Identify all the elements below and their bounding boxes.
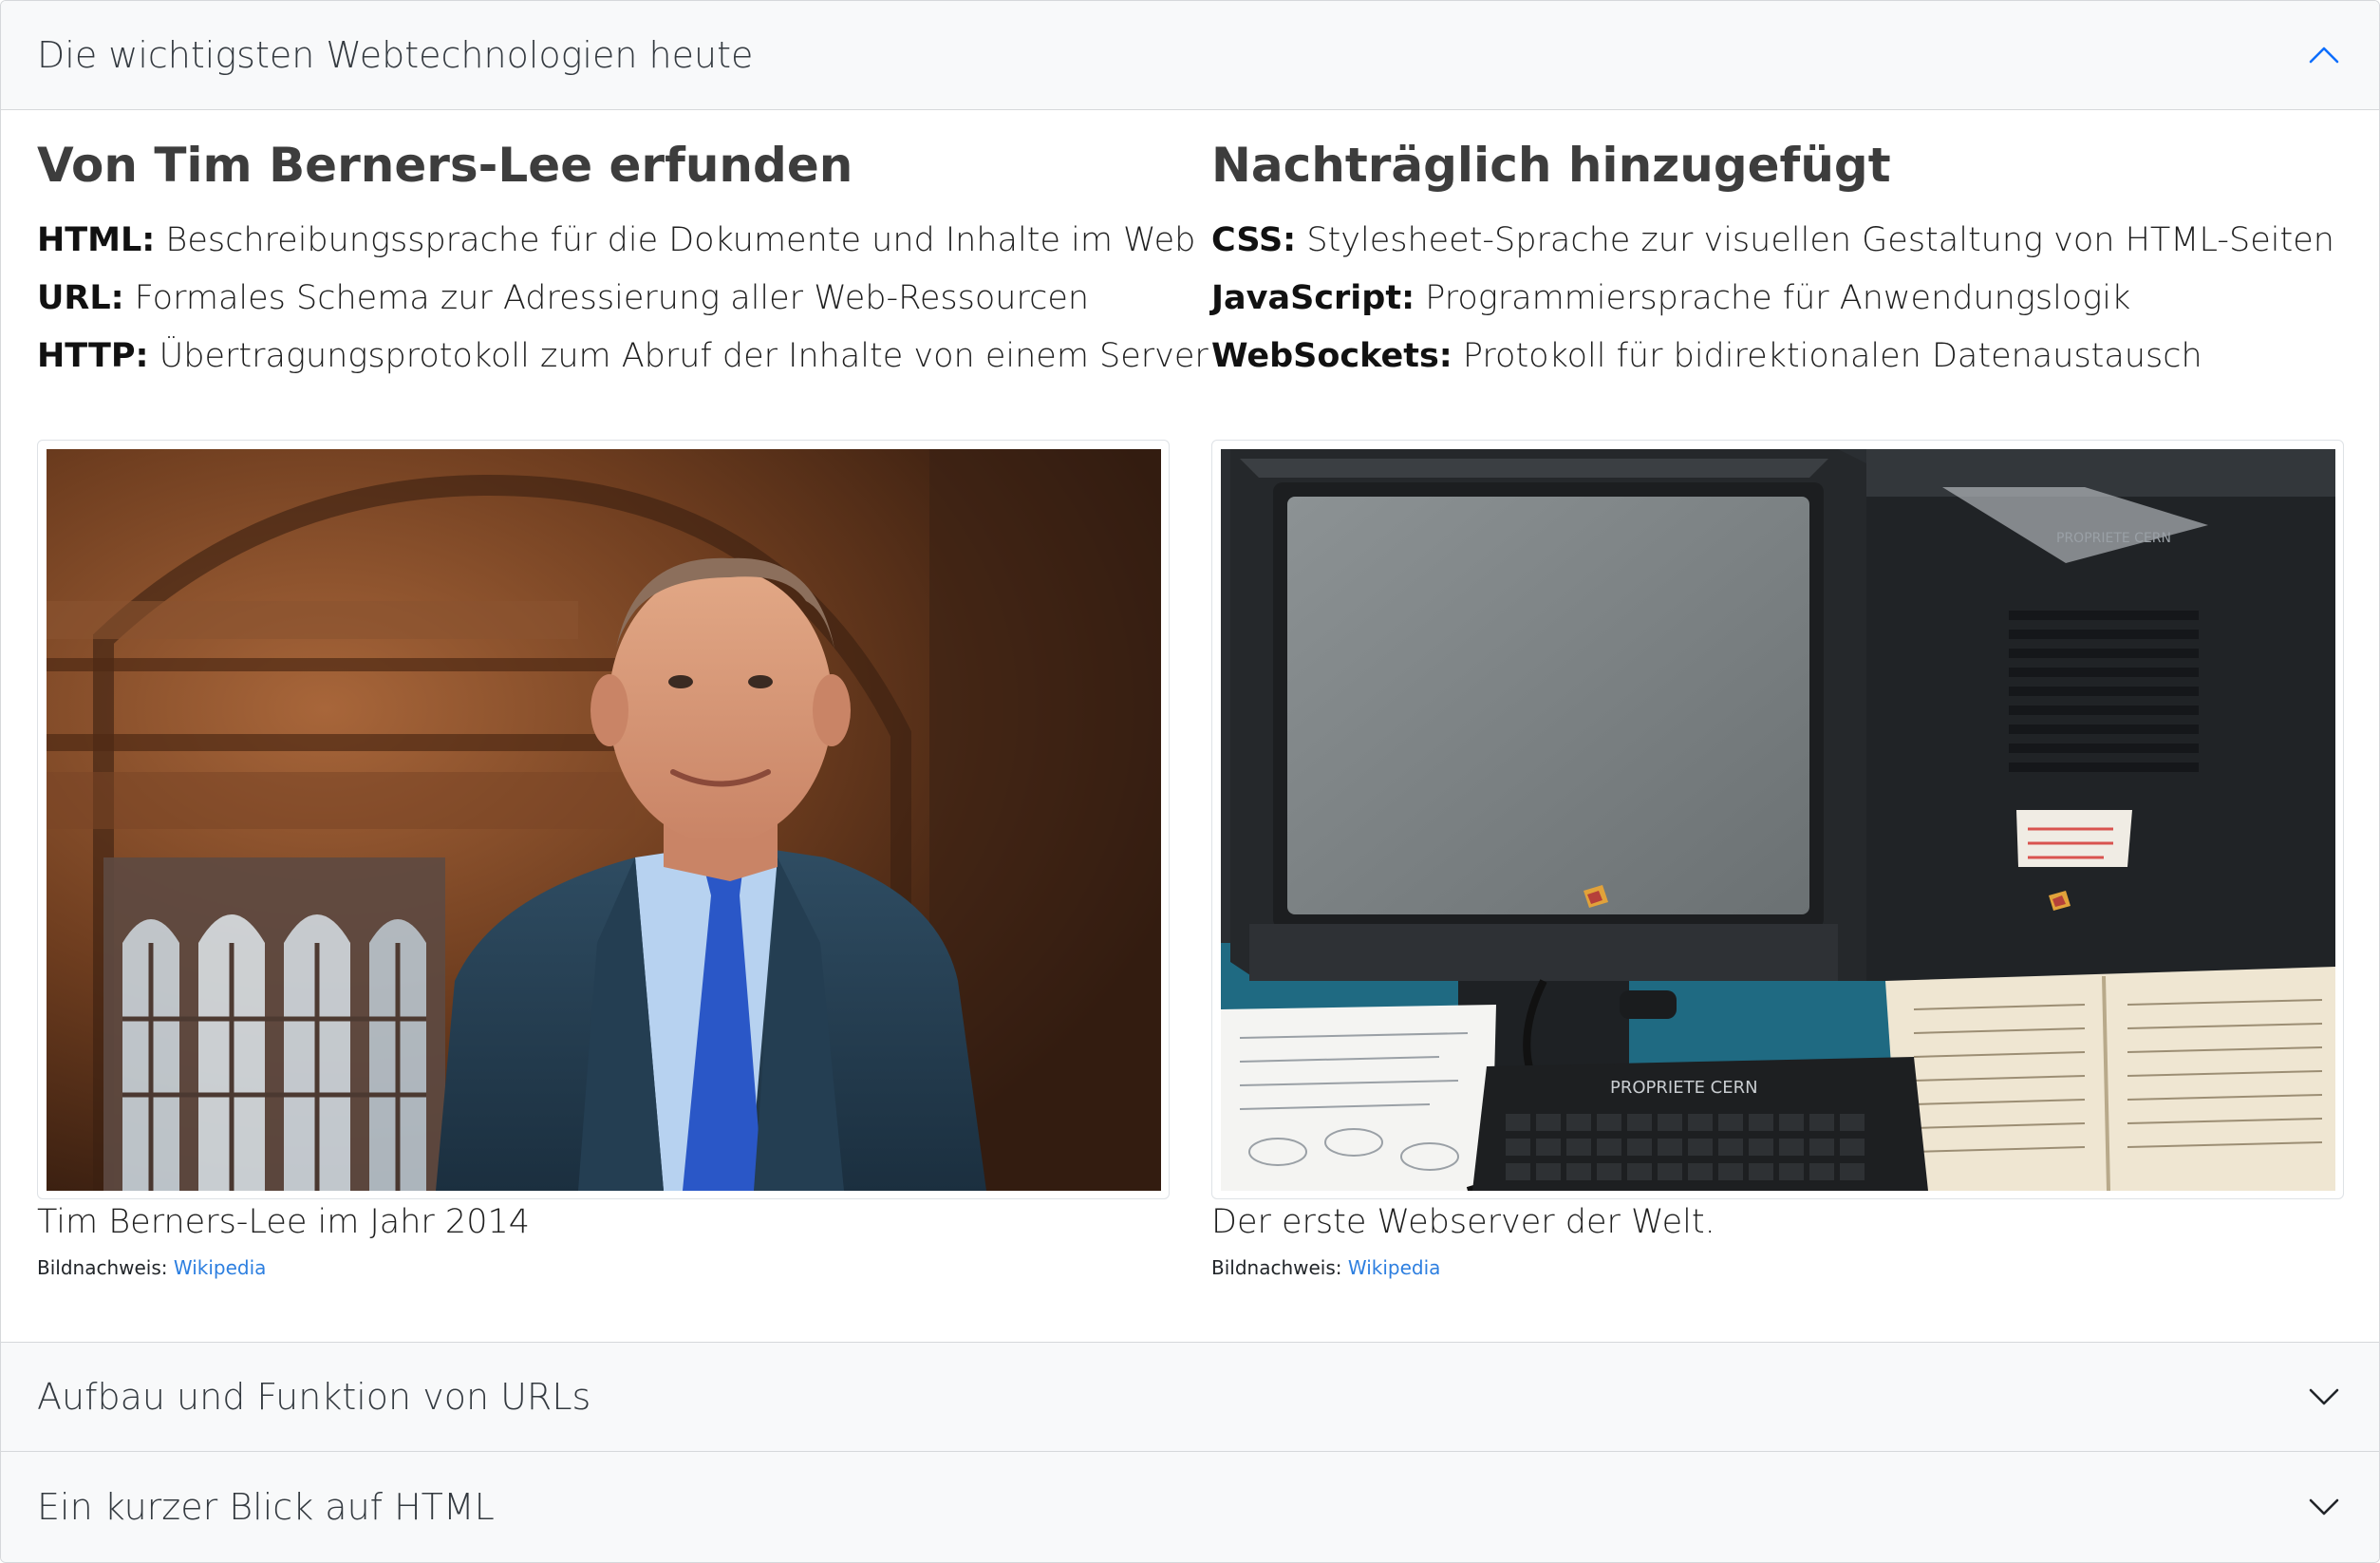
- keyboard-label: PROPRIETE CERN: [1610, 1078, 1758, 1098]
- term-description: Beschreibungssprache für die Dokumente u…: [155, 221, 1196, 259]
- section-heading: Von Tim Berners-Lee erfunden: [37, 138, 853, 193]
- list-item: URL: Formales Schema zur Adressierung al…: [37, 270, 1209, 328]
- image-frame: [37, 440, 1170, 1199]
- chevron-down-icon: [2309, 1498, 2339, 1516]
- definition-list: HTML: Beschreibungssprache für die Dokum…: [37, 212, 1209, 386]
- term-label: CSS:: [1211, 221, 1297, 259]
- accordion-title: Die wichtigsten Webtechnologien heute: [37, 34, 754, 76]
- list-item: WebSockets: Protokoll für bidirektionale…: [1211, 328, 2334, 386]
- next-computer-photo: PROPRIETE CERN PROPRIETE CERN: [1221, 449, 2335, 1191]
- list-item: HTTP: Übertragungsprotokoll zum Abruf de…: [37, 328, 1209, 386]
- term-label: WebSockets:: [1211, 337, 1452, 375]
- list-item: HTML: Beschreibungssprache für die Dokum…: [37, 212, 1209, 270]
- accordion-title: Aufbau und Funktion von URLs: [37, 1376, 591, 1418]
- image-caption: Tim Berners-Lee im Jahr 2014: [37, 1203, 531, 1241]
- definition-list: CSS: Stylesheet-Sprache zur visuellen Ge…: [1211, 212, 2334, 386]
- section-heading: Nachträglich hinzugefügt: [1211, 138, 1891, 193]
- accordion-header-html[interactable]: Ein kurzer Blick auf HTML: [1, 1452, 2379, 1562]
- credit-label: Bildnachweis:: [37, 1256, 174, 1279]
- term-label: URL:: [37, 279, 124, 317]
- image-caption: Der erste Webserver der Welt.: [1211, 1203, 1715, 1241]
- term-label: HTML:: [37, 221, 156, 259]
- accordion: Die wichtigsten Webtechnologien heute Vo…: [0, 0, 2380, 1563]
- credit-label: Bildnachweis:: [1211, 1256, 1348, 1279]
- term-description: Übertragungsprotokoll zum Abruf der Inha…: [148, 337, 1209, 375]
- term-description: Formales Schema zur Adressierung aller W…: [123, 279, 1090, 317]
- image-credit: Bildnachweis: Wikipedia: [37, 1256, 266, 1279]
- wikipedia-link[interactable]: Wikipedia: [1348, 1256, 1441, 1279]
- chevron-up-icon: [2309, 47, 2339, 64]
- accordion-header-urls[interactable]: Aufbau und Funktion von URLs: [1, 1342, 2379, 1452]
- list-item: JavaScript: Programmiersprache für Anwen…: [1211, 270, 2334, 328]
- term-label: JavaScript:: [1211, 279, 1415, 317]
- accordion-title: Ein kurzer Blick auf HTML: [37, 1486, 495, 1528]
- wikipedia-link[interactable]: Wikipedia: [174, 1256, 267, 1279]
- cube-label: PROPRIETE CERN: [2056, 531, 2171, 546]
- list-item: CSS: Stylesheet-Sprache zur visuellen Ge…: [1211, 212, 2334, 270]
- term-description: Protokoll für bidirektionalen Datenausta…: [1452, 337, 2202, 375]
- image-frame: PROPRIETE CERN PROPRIETE CERN: [1211, 440, 2344, 1199]
- term-description: Stylesheet-Sprache zur visuellen Gestalt…: [1296, 221, 2334, 259]
- chevron-down-icon: [2309, 1388, 2339, 1405]
- portrait-photo: [47, 449, 1161, 1191]
- image-credit: Bildnachweis: Wikipedia: [1211, 1256, 1440, 1279]
- term-label: HTTP:: [37, 337, 149, 375]
- accordion-header-webtechnologien[interactable]: Die wichtigsten Webtechnologien heute: [1, 1, 2379, 110]
- term-description: Programmiersprache für Anwendungslogik: [1415, 279, 2131, 317]
